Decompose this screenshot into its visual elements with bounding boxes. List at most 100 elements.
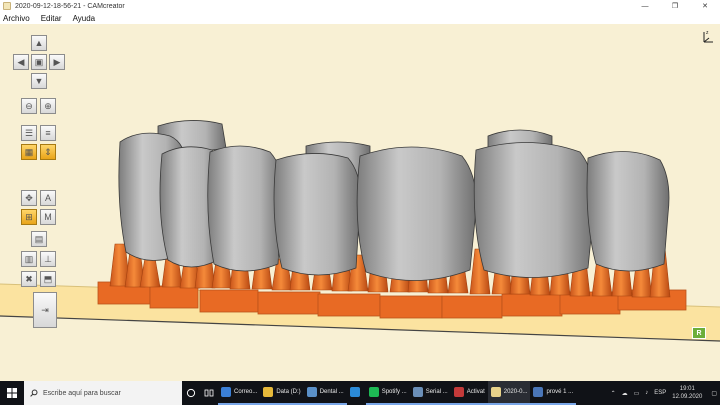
notifications-icon[interactable]: ▢: [711, 390, 717, 397]
app-icon: [368, 387, 379, 397]
layers-icon: ☰: [24, 127, 34, 138]
taskbar-search[interactable]: Escribe aquí para buscar: [24, 381, 182, 405]
measure-tool-button[interactable]: ⊥: [40, 251, 56, 267]
arrow-right-icon: ▶: [53, 56, 61, 67]
zoom-out-button[interactable]: ⊖: [21, 98, 37, 114]
maximize-button[interactable]: ❐: [660, 0, 690, 12]
export-tool-button[interactable]: ⬒: [40, 271, 56, 287]
taskbar-app-7[interactable]: 2020-0...: [487, 381, 531, 405]
render-badge[interactable]: R: [692, 327, 706, 339]
clock-date: 12.09.2020: [672, 394, 703, 400]
taskbar-app-6[interactable]: Activat: [450, 381, 488, 405]
volume-icon[interactable]: ♪: [645, 390, 648, 396]
auto-arrange-icon: A: [44, 192, 51, 203]
app-icon: [349, 387, 360, 397]
menu-archivo[interactable]: Archivo: [3, 14, 30, 23]
support-tool-button[interactable]: ⊞: [21, 209, 37, 225]
pan-up-button[interactable]: ▲: [31, 35, 47, 51]
menu-bar: Archivo Editar Ayuda: [0, 12, 720, 24]
arrow-up-icon: ▲: [34, 37, 44, 48]
window-controls: — ❐ ✕: [630, 0, 720, 12]
support-base: [441, 295, 503, 319]
tooth-crown: [473, 142, 595, 278]
pan-down-button[interactable]: ▼: [31, 73, 47, 89]
layers-stack-icon: ≡: [45, 127, 51, 138]
taskbar-app-3[interactable]: [347, 381, 366, 405]
zoom-out-icon: ⊖: [25, 100, 33, 111]
support-base: [501, 293, 563, 317]
move-tool-button[interactable]: ✥: [21, 190, 37, 206]
pan-right-button[interactable]: ▶: [49, 54, 65, 70]
arrow-down-icon: ▼: [34, 75, 44, 86]
cloud-icon[interactable]: ☁: [622, 390, 628, 397]
taskbar-app-label: 2020-0...: [503, 389, 528, 395]
reset-view-button[interactable]: ▣: [31, 54, 47, 70]
language-indicator[interactable]: ESP: [654, 390, 666, 396]
windows-logo-icon: [7, 388, 17, 398]
title-bar: 2020-09-12-18-56-21 - CAMcreator — ❐ ✕: [0, 0, 720, 12]
support-base: [257, 291, 321, 315]
close-button[interactable]: ✕: [690, 0, 720, 12]
taskbar-app-5[interactable]: Serial ...: [409, 381, 451, 405]
3d-viewport[interactable]: z R ▲ ◀ ▣ ▶ ▼ ⊖ ⊕ ☰ ≡ ▦ ⇕ ✥ A ⊞ M ▤ ▥ ⊥ …: [0, 24, 720, 381]
network-icon[interactable]: ▭: [634, 390, 640, 397]
cube-icon: ▣: [34, 56, 44, 67]
system-tray: ⌃ ☁ ▭ ♪ ESP 19:01 12.09.2020 ▢: [608, 381, 720, 405]
exit-tool-button[interactable]: ⇥: [33, 292, 57, 328]
manual-icon: M: [44, 211, 52, 222]
app-icon: [221, 387, 231, 397]
list-icon: ▥: [24, 253, 34, 264]
align-tool-button[interactable]: ⇕: [40, 144, 56, 160]
supports-list-button[interactable]: ▥: [21, 251, 37, 267]
dental-model-scene: [97, 120, 687, 319]
frame-tool-button[interactable]: ▦: [21, 144, 37, 160]
auto-arrange-button[interactable]: A: [40, 190, 56, 206]
move-icon: ✥: [25, 192, 33, 203]
search-placeholder: Escribe aquí para buscar: [43, 389, 121, 397]
taskbar-app-label: Activat: [466, 389, 485, 395]
taskbar-app-label: Serial ...: [425, 389, 448, 395]
app-icon: [490, 387, 501, 397]
layers-alt-button[interactable]: ≡: [40, 125, 56, 141]
taskbar-app-label: prové 1 ...: [546, 389, 574, 395]
taskbar-app-4[interactable]: Spotify ...: [365, 381, 410, 405]
export-icon: ⬒: [43, 273, 53, 284]
support-pillar: [139, 257, 161, 288]
tooth-crown: [356, 146, 477, 281]
taskbar: Escribe aquí para buscar Correo... Data (…: [0, 381, 720, 405]
layers-view-button[interactable]: ☰: [21, 125, 37, 141]
start-button[interactable]: [0, 381, 24, 405]
support-base: [199, 289, 259, 313]
menu-ayuda[interactable]: Ayuda: [73, 14, 96, 23]
task-switch-button[interactable]: [200, 381, 218, 405]
delete-tool-button[interactable]: ✖: [21, 271, 37, 287]
taskbar-app-8[interactable]: prové 1 ...: [530, 381, 577, 405]
tray-chevron-icon[interactable]: ⌃: [611, 390, 616, 397]
taskbar-app-0[interactable]: Correo...: [218, 381, 261, 405]
app-icon: [306, 387, 317, 397]
minimize-button[interactable]: —: [630, 0, 660, 12]
zoom-in-icon: ⊕: [44, 100, 52, 111]
tooth-crown: [273, 153, 361, 276]
tooth-crowns: [118, 120, 670, 281]
manual-tool-button[interactable]: M: [40, 209, 56, 225]
app-icon: [263, 387, 274, 397]
delete-icon: ✖: [25, 273, 33, 284]
taskbar-app-1[interactable]: Data (D:): [260, 381, 304, 405]
zoom-in-button[interactable]: ⊕: [40, 98, 56, 114]
task-view-button[interactable]: [182, 381, 200, 405]
app-icon: [453, 387, 464, 397]
slice-tool-button[interactable]: ▤: [31, 231, 47, 247]
pan-left-button[interactable]: ◀: [13, 54, 29, 70]
tooth-crown: [207, 145, 284, 272]
support-base: [149, 285, 199, 309]
align-icon: ⇕: [44, 146, 52, 157]
measure-icon: ⊥: [44, 253, 52, 264]
menu-editar[interactable]: Editar: [41, 14, 62, 23]
tooth-crown: [586, 151, 670, 272]
slice-icon: ▤: [34, 233, 44, 244]
taskbar-app-2[interactable]: Dental ...: [303, 381, 347, 405]
support-icon: ⊞: [25, 211, 33, 222]
clock[interactable]: 19:01 12.09.2020: [672, 385, 702, 401]
taskbar-app-label: Dental ...: [319, 389, 344, 395]
